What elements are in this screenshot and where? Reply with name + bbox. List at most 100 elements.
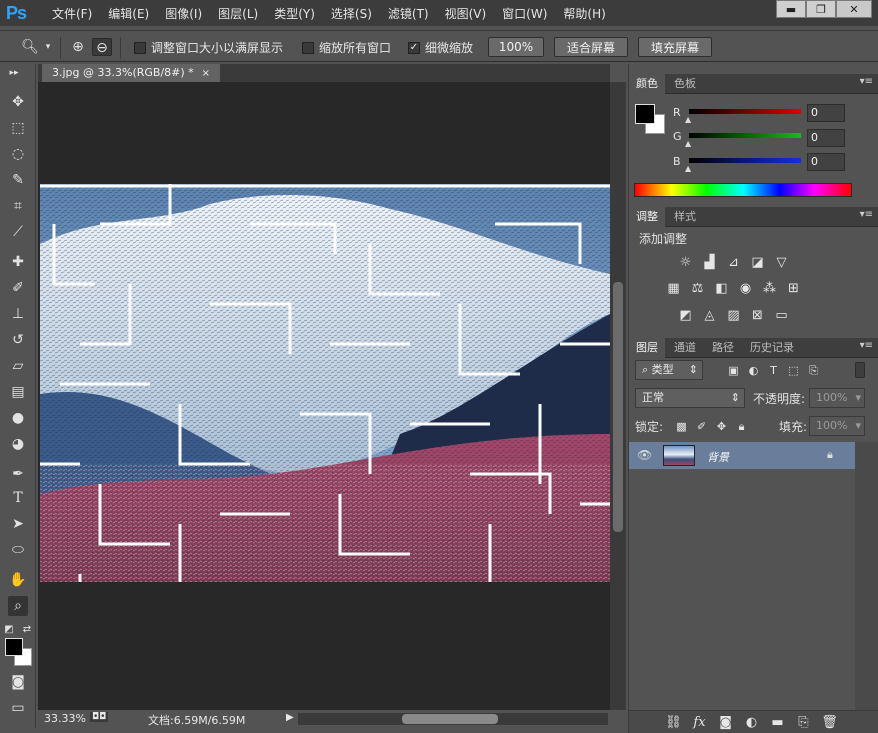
levels-icon[interactable]: ▟ xyxy=(701,254,718,271)
quick-select-tool-icon[interactable]: ✎ xyxy=(8,170,28,190)
filter-toggle-switch[interactable] xyxy=(855,362,865,378)
black-white-icon[interactable]: ◧ xyxy=(713,280,730,297)
lock-all-icon[interactable]: 🔒︎ xyxy=(733,418,750,435)
gradient-map-icon[interactable]: ▭ xyxy=(773,307,790,324)
tab-styles[interactable]: 样式 xyxy=(667,207,703,227)
zoom-all-option[interactable]: 缩放所有窗口 xyxy=(302,39,391,56)
chevron-down-icon[interactable]: ▾ xyxy=(42,38,54,56)
lock-transparent-icon[interactable]: ▩ xyxy=(673,418,690,435)
resize-windows-checkbox[interactable] xyxy=(134,41,146,54)
screen-mode-icon[interactable]: ▭ xyxy=(8,698,28,718)
document-image[interactable] xyxy=(40,184,610,582)
close-tab-icon[interactable]: × xyxy=(202,68,210,79)
actual-pixels-button[interactable]: 100% xyxy=(488,37,544,57)
opacity-input[interactable]: 100% ▾ xyxy=(809,388,865,408)
tab-channels[interactable]: 通道 xyxy=(667,338,703,358)
type-tool-icon[interactable]: T xyxy=(8,488,28,508)
zoom-out-icon[interactable]: ⊖ xyxy=(92,38,112,56)
menu-view[interactable]: 视图(V) xyxy=(437,5,495,22)
tab-color[interactable]: 颜色 xyxy=(629,74,665,94)
blue-value-input[interactable]: 0 xyxy=(807,153,845,171)
history-brush-icon[interactable]: ↺ xyxy=(8,330,28,350)
blur-tool-icon[interactable]: ● xyxy=(8,408,28,428)
marquee-tool-icon[interactable]: ⬚ xyxy=(8,118,28,138)
green-track[interactable] xyxy=(689,133,801,138)
menu-filter[interactable]: 滤镜(T) xyxy=(380,5,437,22)
fill-input[interactable]: 100% ▾ xyxy=(809,416,865,436)
filter-adjustment-icon[interactable]: ◐ xyxy=(745,362,762,379)
filter-pixel-icon[interactable]: ▣ xyxy=(725,362,742,379)
fx-icon[interactable]: fx xyxy=(691,714,708,731)
horizontal-scroll-thumb[interactable] xyxy=(402,714,498,724)
posterize-icon[interactable]: ◬ xyxy=(701,307,718,324)
close-button[interactable]: ✕ xyxy=(836,0,872,18)
zoom-tool-icon[interactable]: ⌕ xyxy=(8,596,28,616)
eyedropper-tool-icon[interactable]: ⟋ xyxy=(8,222,28,242)
menu-image[interactable]: 图像(I) xyxy=(157,5,210,22)
fill-screen-button[interactable]: 填充屏幕 xyxy=(638,37,712,57)
red-value-input[interactable]: 0 xyxy=(807,104,845,122)
link-layers-icon[interactable]: ⛓ xyxy=(665,714,682,731)
invert-icon[interactable]: ◩ xyxy=(677,307,694,324)
horizontal-scrollbar[interactable] xyxy=(298,713,608,725)
default-colors-icon[interactable]: ◩ xyxy=(2,620,16,640)
vibrance-icon[interactable]: ▽ xyxy=(773,254,790,271)
crop-tool-icon[interactable]: ⌗ xyxy=(8,196,28,216)
panel-menu-icon[interactable]: ▾≡ xyxy=(860,340,873,351)
selective-color-icon[interactable]: ⊠ xyxy=(749,307,766,324)
document-tab[interactable]: 3.jpg @ 33.3%(RGB/8#) * × xyxy=(42,64,221,82)
slider-knob-icon[interactable]: ▲ xyxy=(685,164,691,173)
menu-layer[interactable]: 图层(L) xyxy=(210,5,266,22)
filter-smart-object-icon[interactable]: ⎘ xyxy=(805,362,822,379)
menu-select[interactable]: 选择(S) xyxy=(323,5,380,22)
add-mask-icon[interactable]: ◙ xyxy=(717,714,734,731)
zoom-all-checkbox[interactable] xyxy=(302,41,314,54)
threshold-icon[interactable]: ▨ xyxy=(725,307,742,324)
lock-position-icon[interactable]: ✥ xyxy=(713,418,730,435)
color-balance-icon[interactable]: ⚖ xyxy=(689,280,706,297)
slider-knob-icon[interactable]: ▲ xyxy=(685,115,691,124)
minimize-button[interactable]: ▬ xyxy=(776,0,806,18)
exposure-icon[interactable]: ◪ xyxy=(749,254,766,271)
resize-windows-option[interactable]: 调整窗口大小以满屏显示 xyxy=(134,39,283,56)
new-group-icon[interactable]: ▬ xyxy=(769,714,786,731)
color-foreground-swatch[interactable] xyxy=(635,104,655,124)
collapse-arrows-icon[interactable]: ▸▸ xyxy=(4,68,24,78)
vertical-scroll-thumb[interactable] xyxy=(613,282,623,532)
eye-icon[interactable]: 👁︎ xyxy=(637,448,652,462)
photo-filter-icon[interactable]: ◉ xyxy=(737,280,754,297)
new-layer-icon[interactable]: ⎘ xyxy=(795,714,812,731)
hand-tool-icon[interactable]: ✋ xyxy=(8,570,28,590)
hue-saturation-icon[interactable]: ▦ xyxy=(665,280,682,297)
status-info-icon[interactable]: ◘◘ xyxy=(90,712,109,722)
trash-icon[interactable]: 🗑︎ xyxy=(821,714,838,731)
tab-swatches[interactable]: 色板 xyxy=(667,74,703,94)
new-adjustment-icon[interactable]: ◐ xyxy=(743,714,760,731)
menu-type[interactable]: 类型(Y) xyxy=(266,5,323,22)
scrubby-zoom-option[interactable]: ✓ 细微缩放 xyxy=(408,39,473,56)
blend-mode-select[interactable]: 正常 ⇕ xyxy=(635,388,745,408)
zoom-in-icon[interactable]: ⊕ xyxy=(68,38,88,56)
zoom-tool-preset-icon[interactable]: 🔍︎ xyxy=(20,38,40,56)
dodge-tool-icon[interactable]: ◕ xyxy=(8,434,28,454)
tab-adjustments[interactable]: 调整 xyxy=(629,207,665,227)
tab-layers[interactable]: 图层 xyxy=(629,338,665,358)
tab-paths[interactable]: 路径 xyxy=(705,338,741,358)
color-spectrum-bar[interactable] xyxy=(634,183,852,197)
healing-brush-icon[interactable]: ✚ xyxy=(8,252,28,272)
maximize-button[interactable]: ❐ xyxy=(806,0,836,18)
menu-edit[interactable]: 编辑(E) xyxy=(100,5,157,22)
panel-menu-icon[interactable]: ▾≡ xyxy=(860,76,873,87)
quick-mask-icon[interactable]: ◙ xyxy=(8,672,28,692)
color-lookup-icon[interactable]: ⊞ xyxy=(785,280,802,297)
green-value-input[interactable]: 0 xyxy=(807,129,845,147)
menu-file[interactable]: 文件(F) xyxy=(44,5,100,22)
zoom-level[interactable]: 33.33% xyxy=(44,712,86,725)
swap-colors-icon[interactable]: ⇄ xyxy=(20,620,34,640)
curves-icon[interactable]: ⊿ xyxy=(725,254,742,271)
menu-help[interactable]: 帮助(H) xyxy=(555,5,613,22)
foreground-color-swatch[interactable] xyxy=(5,638,23,656)
clone-stamp-icon[interactable]: ⊥ xyxy=(8,304,28,324)
scrubby-zoom-checkbox[interactable]: ✓ xyxy=(408,41,420,54)
ellipse-tool-icon[interactable]: ⬭ xyxy=(8,540,28,560)
